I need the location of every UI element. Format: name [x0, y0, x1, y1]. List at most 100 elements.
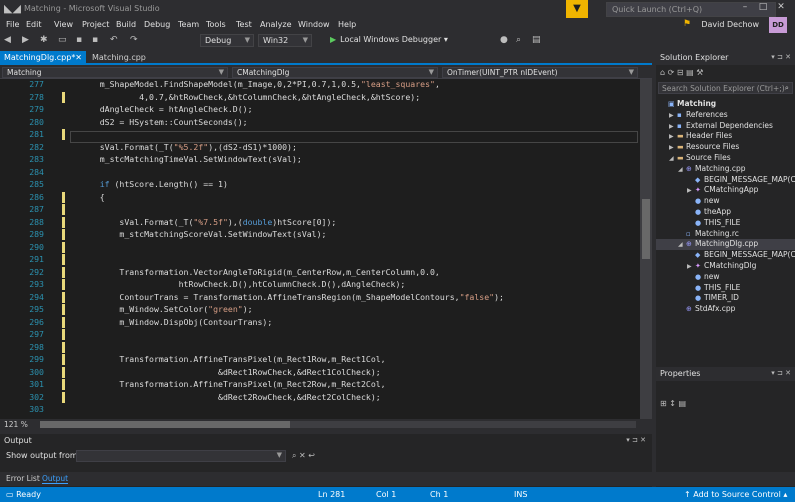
- properties-icon[interactable]: ⚒: [696, 68, 703, 77]
- code-line[interactable]: 280 dS2 = HSystem::CountSeconds();: [0, 117, 640, 130]
- code-line[interactable]: 302 &dRect2RowCheck,&dRect2ColCheck);: [0, 391, 640, 405]
- tree-item[interactable]: ◢ ⊕ Matching.cpp: [678, 164, 746, 175]
- vertical-scrollbar[interactable]: [640, 79, 652, 419]
- code-line[interactable]: 288 sVal.Format(_T("%7.5f"),(double)htSc…: [0, 216, 640, 230]
- user-name[interactable]: David Dechow: [701, 20, 759, 29]
- expander-icon[interactable]: ▶: [687, 187, 695, 194]
- code-line[interactable]: 289 m_stcMatchingScoreVal.SetWindowText(…: [0, 229, 640, 242]
- expander-icon[interactable]: ◢: [678, 166, 686, 173]
- add-to-source-control-button[interactable]: ↑ Add to Source Control ▴: [684, 490, 787, 499]
- code-line[interactable]: 294 ContourTrans = Transformation.Affine…: [0, 291, 640, 305]
- tab-error-list[interactable]: Error List: [6, 474, 40, 483]
- menu-view[interactable]: View: [54, 20, 73, 29]
- code-line[interactable]: 291: [0, 254, 640, 267]
- code-line[interactable]: 301 Transformation.AffineTransPixel(m_Re…: [0, 379, 640, 392]
- code-line[interactable]: 282 sVal.Format(_T("%5.2f"),(dS2-dS1)*10…: [0, 142, 640, 155]
- find-message-icon[interactable]: ⌕: [292, 451, 296, 460]
- tab-matching-cpp[interactable]: Matching.cpp: [92, 53, 146, 62]
- horizontal-scrollbar[interactable]: [40, 421, 636, 428]
- tree-item[interactable]: ● THIS_FILE: [687, 283, 740, 294]
- tree-item[interactable]: ◆ BEGIN_MESSAGE_MAP(C: [687, 175, 795, 186]
- categorized-icon[interactable]: ⊞: [660, 399, 667, 408]
- expander-icon[interactable]: ▶: [669, 133, 677, 140]
- notification-flag-icon[interactable]: ⚑: [683, 19, 691, 29]
- maximize-icon[interactable]: □: [754, 2, 772, 12]
- expander-icon[interactable]: ◢: [669, 155, 677, 162]
- pane-controls-icon[interactable]: ▾ ⊐ ✕: [771, 53, 791, 61]
- open-folder-icon[interactable]: ▭: [58, 35, 67, 45]
- code-line[interactable]: 298: [0, 341, 640, 355]
- pane-controls-icon[interactable]: ▾ ⊐ ✕: [626, 436, 646, 444]
- redo-icon[interactable]: ↷: [130, 35, 138, 45]
- horizontal-scrollbar-thumb[interactable]: [40, 421, 290, 428]
- tree-item[interactable]: ▶ ✦ CMatchingDlg: [687, 261, 756, 272]
- menu-tools[interactable]: Tools: [206, 20, 226, 29]
- tab-output[interactable]: Output: [42, 474, 69, 484]
- breakpoint-icon[interactable]: ●: [500, 35, 508, 45]
- tree-item[interactable]: ▫ Matching.rc: [678, 229, 739, 240]
- code-line[interactable]: 281: [0, 129, 640, 142]
- code-line[interactable]: 277 m_ShapeModel.FindShapeModel(m_Image,…: [0, 79, 640, 92]
- code-line[interactable]: 295 m_Window.SetColor("green");: [0, 304, 640, 317]
- show-all-files-icon[interactable]: ▤: [686, 68, 694, 77]
- pane-controls-icon[interactable]: ▾ ⊐ ✕: [771, 369, 791, 377]
- output-source-dropdown[interactable]: ▼: [76, 450, 286, 462]
- collapse-all-icon[interactable]: ⊟: [677, 68, 684, 77]
- menu-debug[interactable]: Debug: [144, 20, 170, 29]
- solution-explorer-search-input[interactable]: Search Solution Explorer (Ctrl+;) ⌕: [658, 82, 793, 94]
- menu-help[interactable]: Help: [338, 20, 356, 29]
- undo-icon[interactable]: ↶: [110, 35, 118, 45]
- code-line[interactable]: 292 Transformation.VectorAngleToRigid(m_…: [0, 266, 640, 280]
- code-line[interactable]: 293 htRowCheck.D(),htColumnCheck.D(),dAn…: [0, 279, 640, 292]
- sync-icon[interactable]: ⟳: [668, 68, 675, 77]
- home-icon[interactable]: ⌂: [660, 68, 665, 77]
- tree-item[interactable]: ▶ ▬ Header Files: [669, 131, 732, 142]
- find-icon[interactable]: ⌕: [516, 35, 521, 45]
- clear-all-icon[interactable]: ✕: [299, 451, 306, 460]
- code-line[interactable]: 285 if (htScore.Length() == 1): [0, 179, 640, 192]
- expander-icon[interactable]: ◢: [678, 241, 686, 248]
- tree-item[interactable]: ⊕ StdAfx.cpp: [678, 304, 735, 315]
- tree-item[interactable]: ▶ ▪ External Dependencies: [669, 121, 773, 132]
- member-dropdown[interactable]: OnTimer(UINT_PTR nIDEvent) ▼: [442, 67, 638, 78]
- menu-test[interactable]: Test: [236, 20, 252, 29]
- code-editor[interactable]: 277 m_ShapeModel.FindShapeModel(m_Image,…: [0, 79, 652, 419]
- tree-item[interactable]: ● theApp: [687, 207, 731, 218]
- expander-icon[interactable]: ▶: [669, 144, 677, 151]
- project-dropdown[interactable]: Matching ▼: [2, 67, 228, 78]
- save-all-icon[interactable]: ▪: [92, 35, 98, 45]
- tree-item[interactable]: ▣ Matching: [660, 99, 716, 110]
- tree-item[interactable]: ● new: [687, 196, 720, 207]
- tree-item[interactable]: ● new: [687, 272, 720, 283]
- code-line[interactable]: 299 Transformation.AffineTransPixel(m_Re…: [0, 354, 640, 367]
- code-line[interactable]: 283 m_stcMatchingTimeVal.SetWindowText(s…: [0, 154, 640, 167]
- close-icon[interactable]: ✕: [772, 2, 790, 12]
- start-debugger-button[interactable]: ▶ Local Windows Debugger ▾: [330, 35, 448, 44]
- tree-item[interactable]: ◆ BEGIN_MESSAGE_MAP(C: [687, 250, 795, 261]
- code-line[interactable]: 297: [0, 329, 640, 342]
- word-wrap-icon[interactable]: ↩: [308, 451, 315, 460]
- expander-icon[interactable]: ▶: [687, 263, 695, 270]
- property-pages-icon[interactable]: ▤: [679, 399, 687, 408]
- code-line[interactable]: 284: [0, 167, 640, 180]
- code-line[interactable]: 303: [0, 404, 640, 417]
- code-line[interactable]: 287: [0, 204, 640, 217]
- code-line[interactable]: 286 {: [0, 191, 640, 205]
- tree-item[interactable]: ● THIS_FILE: [687, 218, 740, 229]
- minimize-icon[interactable]: –: [736, 2, 754, 12]
- comment-icon[interactable]: ▤: [532, 35, 541, 45]
- funnel-icon[interactable]: ▼: [566, 0, 588, 18]
- tree-item[interactable]: ● TIMER_ID: [687, 293, 739, 304]
- tree-item[interactable]: ◢ ▬ Source Files: [669, 153, 731, 164]
- tab-matchingdlg-cpp[interactable]: MatchingDlg.cpp* ✕: [0, 51, 86, 65]
- new-project-icon[interactable]: ✱: [40, 35, 48, 45]
- tree-item[interactable]: ▶ ✦ CMatchingApp: [687, 185, 758, 196]
- menu-analyze[interactable]: Analyze: [260, 20, 292, 29]
- menu-project[interactable]: Project: [82, 20, 109, 29]
- tree-item[interactable]: ▶ ▪ References: [669, 110, 728, 121]
- menu-build[interactable]: Build: [116, 20, 136, 29]
- code-line[interactable]: 278 4,0.7,&htRowCheck,&htColumnCheck,&ht…: [0, 91, 640, 105]
- code-line[interactable]: 300 &dRect1RowCheck,&dRect1ColCheck);: [0, 366, 640, 380]
- back-icon[interactable]: ◀: [4, 35, 11, 45]
- menu-edit[interactable]: Edit: [26, 20, 42, 29]
